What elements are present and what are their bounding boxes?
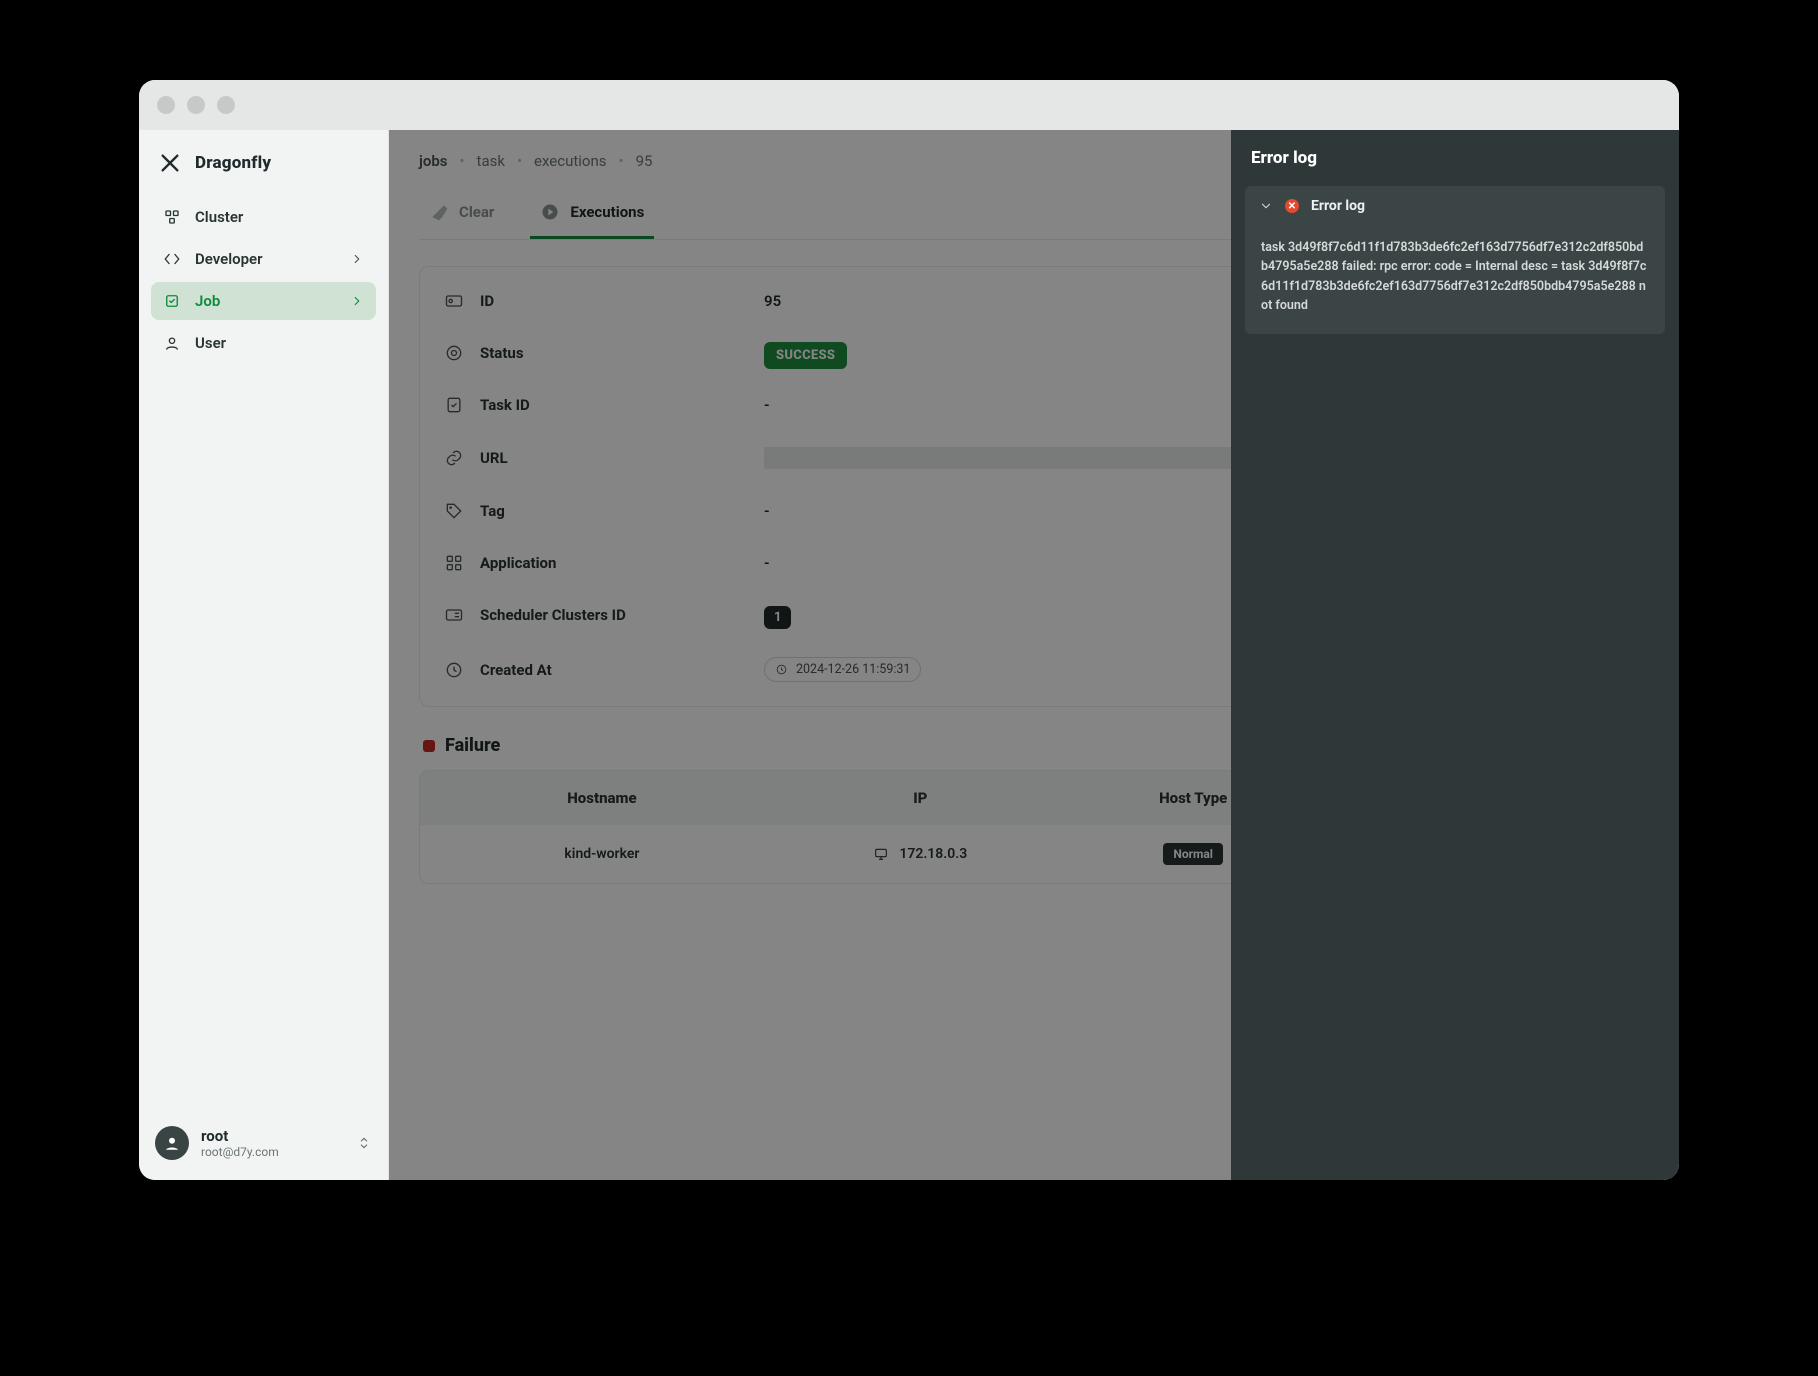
created-at-chip: 2024-12-26 11:59:31 [764, 657, 921, 682]
nav: Cluster Developer Job User [139, 192, 388, 368]
tab-clear[interactable]: Clear [419, 190, 504, 239]
window-titlebar [139, 80, 1679, 130]
ip-value: 172.18.0.3 [899, 846, 967, 862]
user-name: root [201, 1127, 279, 1145]
cell-hostname: kind-worker [420, 828, 784, 880]
tab-executions[interactable]: Executions [530, 190, 654, 239]
field-label: ID [480, 292, 494, 310]
traffic-close-icon[interactable] [157, 96, 175, 114]
clock-plus-icon [444, 660, 464, 680]
breadcrumb-item[interactable]: executions [534, 152, 606, 170]
col-ip: IP [784, 771, 1057, 825]
host-type-badge: Normal [1163, 843, 1223, 865]
chevron-down-icon [1259, 199, 1273, 213]
sidebar: Dragonfly Cluster Developer Job [139, 130, 389, 1180]
avatar-user-icon [163, 1134, 181, 1152]
sidebar-item-job[interactable]: Job [151, 282, 376, 320]
field-value: - [764, 554, 770, 572]
breadcrumb-sep-icon: • [619, 152, 624, 170]
col-hostname: Hostname [420, 771, 784, 825]
breadcrumb-sep-icon: • [517, 152, 522, 170]
created-at-value: 2024-12-26 11:59:31 [796, 662, 910, 677]
sidebar-item-label: Job [195, 292, 220, 310]
breadcrumb-item: 95 [636, 152, 653, 170]
field-label: Scheduler Clusters ID [480, 606, 626, 624]
accordion-title: Error log [1311, 198, 1365, 214]
field-label: Tag [480, 502, 505, 520]
error-dot-icon: ✕ [1285, 199, 1299, 213]
failure-indicator-icon [423, 740, 435, 752]
code-icon [163, 250, 181, 268]
sidebar-item-label: Developer [195, 250, 263, 268]
traffic-max-icon[interactable] [217, 96, 235, 114]
drawer-title: Error log [1231, 130, 1679, 186]
sidebar-item-label: Cluster [195, 208, 243, 226]
sidebar-item-cluster[interactable]: Cluster [151, 198, 376, 236]
chevron-right-icon [350, 252, 364, 266]
tab-label: Clear [459, 203, 494, 221]
breadcrumb-sep-icon: • [459, 152, 464, 170]
error-log-drawer: Error log ✕ Error log task 3d49f8f7c6d11… [1231, 130, 1679, 1180]
user-icon [163, 334, 181, 352]
id-card-icon [444, 605, 464, 625]
accordion-toggle[interactable]: ✕ Error log [1245, 186, 1665, 226]
tag-icon [444, 501, 464, 521]
field-value: - [764, 502, 770, 520]
app-body: Dragonfly Cluster Developer Job [139, 130, 1679, 1180]
sidebar-footer[interactable]: root root@d7y.com [139, 1112, 388, 1180]
task-icon [444, 395, 464, 415]
play-circle-icon [540, 202, 560, 222]
cluster-id-badge: 1 [764, 606, 791, 629]
apps-icon [444, 553, 464, 573]
brand: Dragonfly [139, 130, 388, 192]
field-value: - [764, 396, 770, 414]
field-label: Created At [480, 661, 552, 679]
error-log-accordion: ✕ Error log task 3d49f8f7c6d11f1d783b3de… [1245, 186, 1665, 334]
field-label: URL [480, 449, 508, 467]
avatar [155, 1126, 189, 1160]
traffic-min-icon[interactable] [187, 96, 205, 114]
field-label: Task ID [480, 396, 530, 414]
error-log-body: task 3d49f8f7c6d11f1d783b3de6fc2ef163d77… [1245, 226, 1665, 334]
brand-name: Dragonfly [195, 153, 271, 173]
target-icon [444, 343, 464, 363]
eraser-icon [429, 202, 449, 222]
field-value: 95 [764, 292, 781, 310]
link-icon [444, 448, 464, 468]
user-block: root root@d7y.com [201, 1127, 279, 1159]
monitor-icon [873, 846, 889, 862]
sidebar-item-label: User [195, 334, 226, 352]
job-icon [163, 292, 181, 310]
cluster-icon [163, 208, 181, 226]
id-icon [444, 291, 464, 311]
sidebar-item-developer[interactable]: Developer [151, 240, 376, 278]
field-label: Application [480, 554, 556, 572]
field-label: Status [480, 344, 524, 362]
cell-ip: 172.18.0.3 [784, 828, 1057, 880]
chevron-right-icon [350, 294, 364, 308]
user-email: root@d7y.com [201, 1145, 279, 1159]
chevron-up-down-icon[interactable] [356, 1135, 372, 1151]
main: jobs • task • executions • 95 Clear Ex [389, 130, 1679, 1180]
breadcrumb-item[interactable]: task [477, 152, 505, 170]
breadcrumb-item[interactable]: jobs [419, 152, 447, 170]
status-badge: SUCCESS [764, 342, 847, 369]
brand-logo-icon [159, 152, 181, 174]
clock-icon [775, 663, 788, 676]
failure-title: Failure [445, 735, 500, 756]
sidebar-item-user[interactable]: User [151, 324, 376, 362]
app-window: Dragonfly Cluster Developer Job [139, 80, 1679, 1180]
tab-label: Executions [570, 203, 644, 221]
